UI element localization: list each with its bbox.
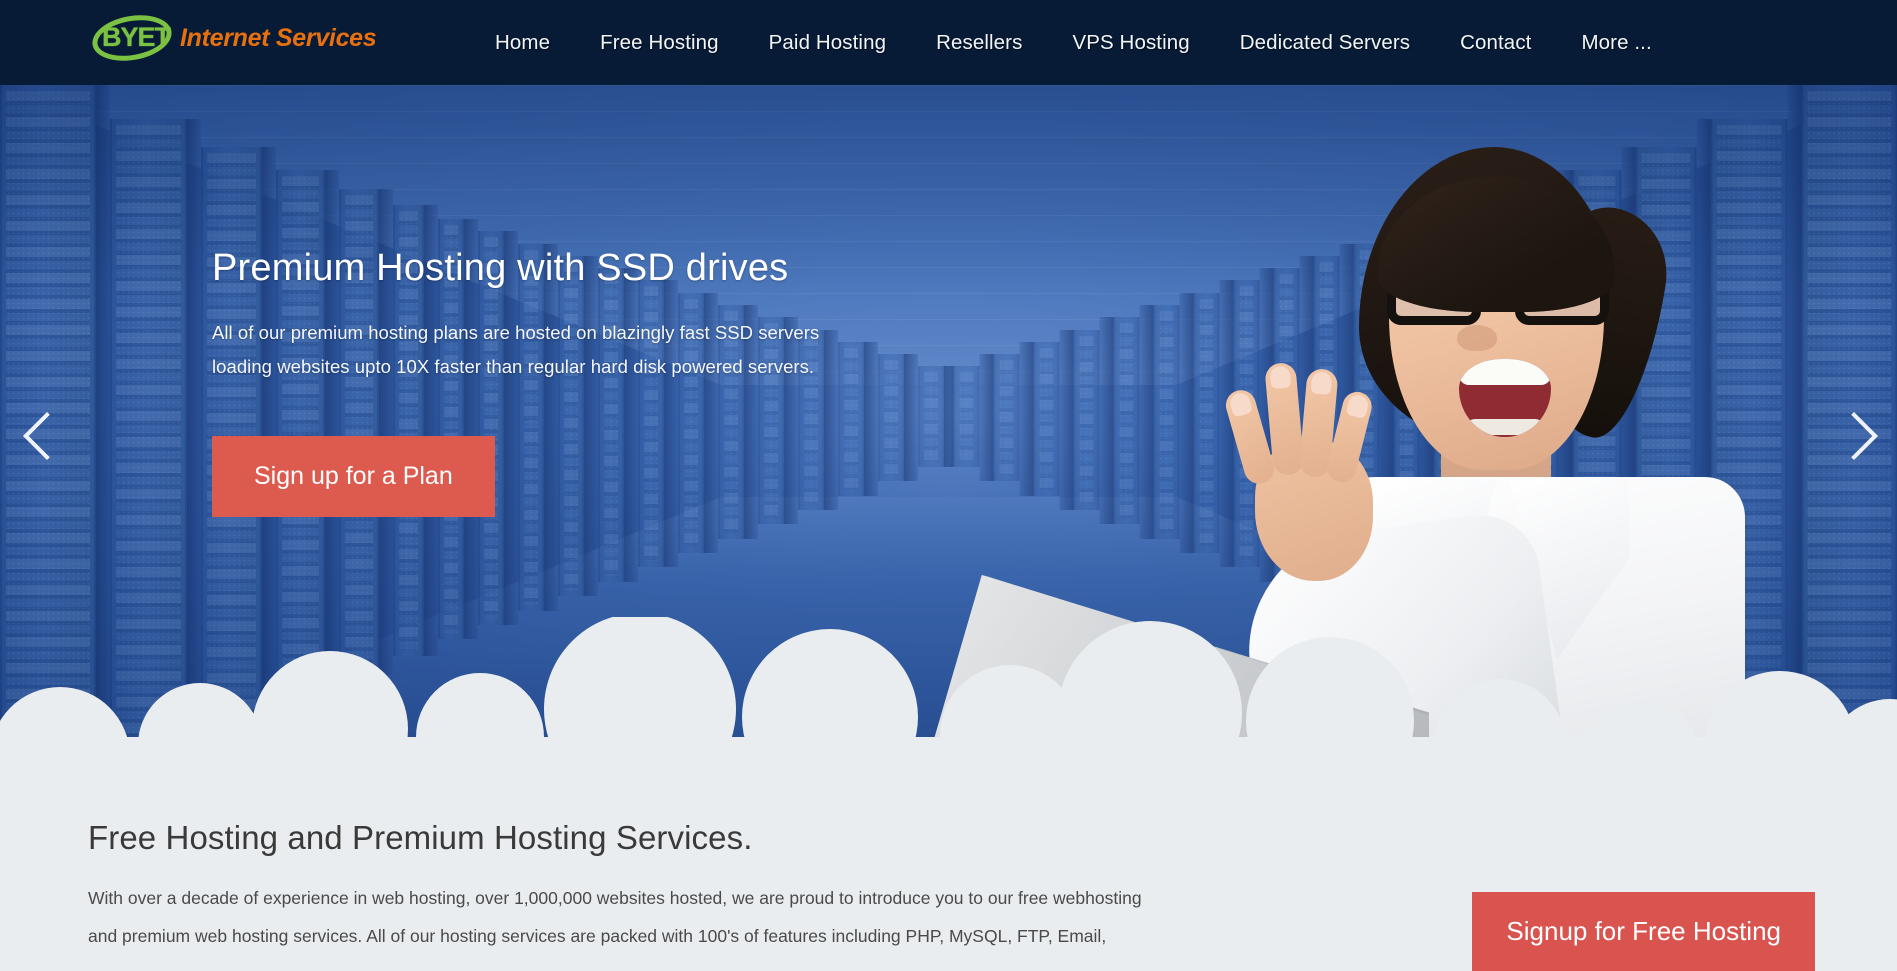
person-fingernail bbox=[1345, 393, 1370, 419]
hero-carousel: Premium Hosting with SSD drives All of o… bbox=[0, 85, 1897, 797]
nav-item-paid-hosting[interactable]: Paid Hosting bbox=[744, 31, 911, 55]
signup-for-free-hosting-button[interactable]: Signup for Free Hosting bbox=[1472, 892, 1815, 971]
intro-section: Free Hosting and Premium Hosting Service… bbox=[0, 797, 1897, 966]
section-title: Free Hosting and Premium Hosting Service… bbox=[88, 819, 1388, 857]
hero-title: Premium Hosting with SSD drives bbox=[212, 247, 1032, 290]
person-fingernail bbox=[1311, 371, 1333, 395]
nav-item-vps-hosting[interactable]: VPS Hosting bbox=[1047, 31, 1214, 55]
nav-item-free-hosting[interactable]: Free Hosting bbox=[575, 31, 744, 55]
hero-subtitle-line-2: loading websites upto 10X faster than re… bbox=[212, 350, 1032, 384]
main-navigation: Home Free Hosting Paid Hosting Resellers… bbox=[470, 0, 1677, 85]
person-fingernail bbox=[1269, 365, 1291, 389]
site-header: BYET Internet Services Home Free Hosting… bbox=[0, 0, 1897, 85]
person-fingernail bbox=[1228, 391, 1253, 418]
person-mouth bbox=[1459, 359, 1551, 437]
hero-copy-block: Premium Hosting with SSD drives All of o… bbox=[212, 247, 1032, 517]
nav-item-contact[interactable]: Contact bbox=[1435, 31, 1556, 55]
chevron-right-icon bbox=[1830, 412, 1878, 460]
byet-logo-icon: BYET bbox=[92, 10, 172, 66]
logo-byet-text: BYET bbox=[96, 24, 176, 51]
logo-wordmark: Internet Services bbox=[180, 24, 376, 53]
sign-up-for-a-plan-button[interactable]: Sign up for a Plan bbox=[212, 436, 495, 517]
laptop-image bbox=[909, 565, 1469, 797]
nav-item-more[interactable]: More ... bbox=[1556, 31, 1676, 55]
hero-person-photo bbox=[1209, 147, 1769, 797]
person-nose bbox=[1457, 325, 1497, 351]
nav-item-resellers[interactable]: Resellers bbox=[911, 31, 1047, 55]
chevron-left-icon bbox=[23, 412, 71, 460]
section-paragraph-line-1: With over a decade of experience in web … bbox=[88, 879, 1378, 917]
section-paragraph-line-2: and premium web hosting services. All of… bbox=[88, 917, 1378, 955]
person-hand bbox=[1227, 355, 1387, 585]
laptop-lid-edge bbox=[909, 575, 1429, 797]
person-teeth-lower bbox=[1465, 419, 1545, 435]
carousel-next-chevron-right-icon[interactable] bbox=[1829, 407, 1875, 475]
site-logo[interactable]: BYET Internet Services bbox=[92, 6, 362, 68]
carousel-prev-chevron-left-icon[interactable] bbox=[22, 407, 68, 475]
person-teeth-upper bbox=[1459, 359, 1551, 385]
nav-item-home[interactable]: Home bbox=[470, 31, 575, 55]
hero-subtitle-line-1: All of our premium hosting plans are hos… bbox=[212, 316, 1032, 350]
intro-text-block: Free Hosting and Premium Hosting Service… bbox=[88, 819, 1388, 955]
nav-item-dedicated-servers[interactable]: Dedicated Servers bbox=[1215, 31, 1435, 55]
